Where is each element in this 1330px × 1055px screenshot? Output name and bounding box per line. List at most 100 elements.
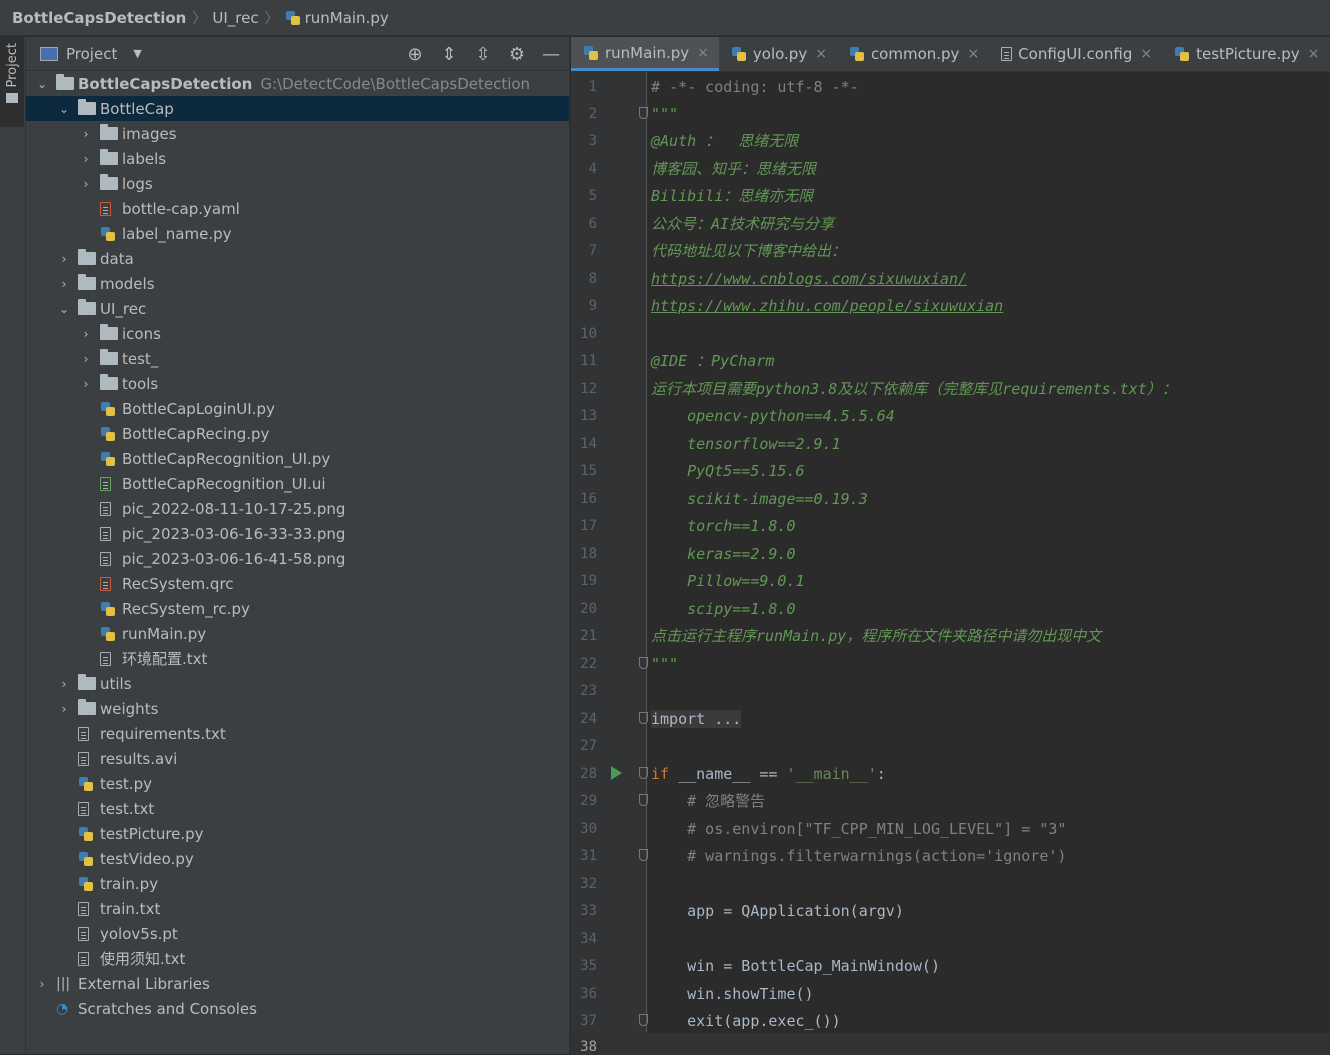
code-line[interactable]: 10: [571, 320, 1330, 347]
tab-yolo[interactable]: yolo.py ×: [719, 37, 837, 71]
chevron-right-icon[interactable]: ›: [80, 177, 92, 191]
code-line[interactable]: 20 scipy==1.8.0: [571, 595, 1330, 622]
project-panel-title[interactable]: Project: [66, 45, 117, 63]
tree-item-icons[interactable]: › icons: [26, 321, 569, 346]
tree-item-test[interactable]: › test_: [26, 346, 569, 371]
code-line[interactable]: 5 Bilibili：思绪亦无限: [571, 182, 1330, 209]
chevron-right-icon[interactable]: ›: [36, 977, 48, 991]
tree-item-file[interactable]: RecSystem_rc.py: [26, 596, 569, 621]
code-line[interactable]: 21 点击运行主程序runMain.py，程序所在文件夹路径中请勿出现中文: [571, 622, 1330, 649]
code-line[interactable]: 8 https://www.cnblogs.com/sixuwuxian/: [571, 265, 1330, 292]
code-line[interactable]: 27: [571, 732, 1330, 759]
tree-item-file[interactable]: test.py: [26, 771, 569, 796]
code-link[interactable]: https://www.zhihu.com/people/sixuwuxian: [651, 297, 1003, 315]
code-line[interactable]: 37 exit(app.exec_()): [571, 1007, 1330, 1034]
tree-item-file[interactable]: 使用须知.txt: [26, 946, 569, 971]
code-line[interactable]: 13 opencv-python==4.5.5.64: [571, 402, 1330, 429]
chevron-down-icon[interactable]: ⌄: [58, 302, 70, 316]
code-line[interactable]: 32: [571, 870, 1330, 897]
tree-item-models[interactable]: › models: [26, 271, 569, 296]
breadcrumb-file[interactable]: runMain.py: [285, 9, 389, 27]
code-line[interactable]: 24 import ...: [571, 705, 1330, 732]
code-line[interactable]: 4 博客园、知乎：思绪无限: [571, 155, 1330, 182]
code-line[interactable]: 3 @Auth ： 思绪无限: [571, 127, 1330, 154]
tree-item-file[interactable]: pic_2023-03-06-16-33-33.png: [26, 521, 569, 546]
tab-runmain[interactable]: runMain.py ×: [571, 37, 719, 71]
close-icon[interactable]: ×: [967, 46, 979, 62]
tree-item-scratches[interactable]: ◔ Scratches and Consoles: [26, 996, 569, 1021]
code-link[interactable]: https://www.cnblogs.com/sixuwuxian/: [651, 270, 967, 288]
tab-testpicture[interactable]: testPicture.py ×: [1162, 37, 1329, 71]
chevron-right-icon[interactable]: ›: [80, 152, 92, 166]
gear-icon[interactable]: ⚙: [507, 44, 527, 65]
tree-item-file[interactable]: yolov5s.pt: [26, 921, 569, 946]
tree-item-bottlecap[interactable]: ⌄ BottleCap: [26, 96, 569, 121]
fold-icon[interactable]: [639, 107, 648, 119]
chevron-right-icon[interactable]: ›: [58, 677, 70, 691]
chevron-right-icon[interactable]: ›: [58, 252, 70, 266]
tree-item-file[interactable]: testPicture.py: [26, 821, 569, 846]
code-line[interactable]: 31 # warnings.filterwarnings(action='ign…: [571, 842, 1330, 869]
tab-common[interactable]: common.py ×: [837, 37, 989, 71]
folded-imports[interactable]: import ...: [651, 709, 742, 728]
code-line[interactable]: 15 PyQt5==5.15.6: [571, 457, 1330, 484]
chevron-right-icon[interactable]: ›: [80, 377, 92, 391]
fold-icon[interactable]: [639, 794, 648, 806]
tree-item-file[interactable]: results.avi: [26, 746, 569, 771]
tree-item-ui-rec[interactable]: ⌄ UI_rec: [26, 296, 569, 321]
tree-item-file[interactable]: requirements.txt: [26, 721, 569, 746]
chevron-right-icon[interactable]: ›: [80, 127, 92, 141]
code-line[interactable]: 12 运行本项目需要python3.8及以下依赖库（完整库见requiremen…: [571, 375, 1330, 402]
tree-item-file[interactable]: test.txt: [26, 796, 569, 821]
tree-item-file[interactable]: RecSystem.qrc: [26, 571, 569, 596]
tree-item-root[interactable]: ⌄ BottleCapsDetection G:\DetectCode\Bott…: [26, 71, 569, 96]
collapse-all-icon[interactable]: ⇳: [473, 44, 493, 65]
code-line[interactable]: 17 torch==1.8.0: [571, 512, 1330, 539]
locate-icon[interactable]: ⊕: [405, 44, 425, 65]
tree-item-file[interactable]: BottleCapRecognition_UI.ui: [26, 471, 569, 496]
code-line-current[interactable]: 38: [571, 1033, 1330, 1055]
fold-icon[interactable]: [639, 1014, 648, 1026]
code-line[interactable]: 7 代码地址见以下博客中给出：: [571, 237, 1330, 264]
code-line[interactable]: 18 keras==2.9.0: [571, 540, 1330, 567]
chevron-right-icon[interactable]: ›: [58, 702, 70, 716]
code-line[interactable]: 11 @IDE ：PyCharm: [571, 347, 1330, 374]
tree-item-file[interactable]: pic_2023-03-06-16-41-58.png: [26, 546, 569, 571]
chevron-right-icon[interactable]: ›: [80, 327, 92, 341]
expand-all-icon[interactable]: ⇕: [439, 44, 459, 65]
code-line[interactable]: 14 tensorflow==2.9.1: [571, 430, 1330, 457]
code-editor[interactable]: 1 # -*- coding: utf-8 -*- 2 """ 3 @Auth …: [571, 72, 1330, 1055]
fold-icon[interactable]: [639, 849, 648, 861]
chevron-down-icon[interactable]: ⌄: [36, 77, 48, 91]
chevron-right-icon[interactable]: ›: [80, 352, 92, 366]
tree-item-images[interactable]: › images: [26, 121, 569, 146]
tree-item-bottle-cap-yaml[interactable]: bottle-cap.yaml: [26, 196, 569, 221]
tree-item-label-name-py[interactable]: label_name.py: [26, 221, 569, 246]
code-line[interactable]: 23: [571, 677, 1330, 704]
tree-item-file[interactable]: BottleCapLoginUI.py: [26, 396, 569, 421]
code-line[interactable]: 33 app = QApplication(argv): [571, 897, 1330, 924]
breadcrumb-project[interactable]: BottleCapsDetection: [12, 9, 186, 27]
tree-item-utils[interactable]: › utils: [26, 671, 569, 696]
tree-item-file[interactable]: testVideo.py: [26, 846, 569, 871]
tree-item-tools[interactable]: › tools: [26, 371, 569, 396]
tree-item-logs[interactable]: › logs: [26, 171, 569, 196]
tree-item-weights[interactable]: › weights: [26, 696, 569, 721]
code-line[interactable]: 36 win.showTime(): [571, 980, 1330, 1007]
hide-icon[interactable]: —: [541, 44, 561, 65]
chevron-down-icon[interactable]: ⌄: [58, 102, 70, 116]
tree-item-file[interactable]: train.txt: [26, 896, 569, 921]
tree-item-labels[interactable]: › labels: [26, 146, 569, 171]
tab-configui[interactable]: ConfigUI.config ×: [989, 37, 1162, 71]
code-line[interactable]: 34: [571, 925, 1330, 952]
fold-icon[interactable]: [639, 712, 648, 724]
chevron-down-icon[interactable]: ▼: [133, 47, 141, 60]
run-icon[interactable]: [611, 766, 622, 780]
tree-item-file[interactable]: 环境配置.txt: [26, 646, 569, 671]
code-line[interactable]: 22 """: [571, 650, 1330, 677]
tree-item-data[interactable]: › data: [26, 246, 569, 271]
tree-item-file[interactable]: BottleCapRecing.py: [26, 421, 569, 446]
chevron-right-icon[interactable]: ›: [58, 277, 70, 291]
code-line[interactable]: 29 # 忽略警告: [571, 787, 1330, 814]
close-icon[interactable]: ×: [1308, 46, 1320, 62]
